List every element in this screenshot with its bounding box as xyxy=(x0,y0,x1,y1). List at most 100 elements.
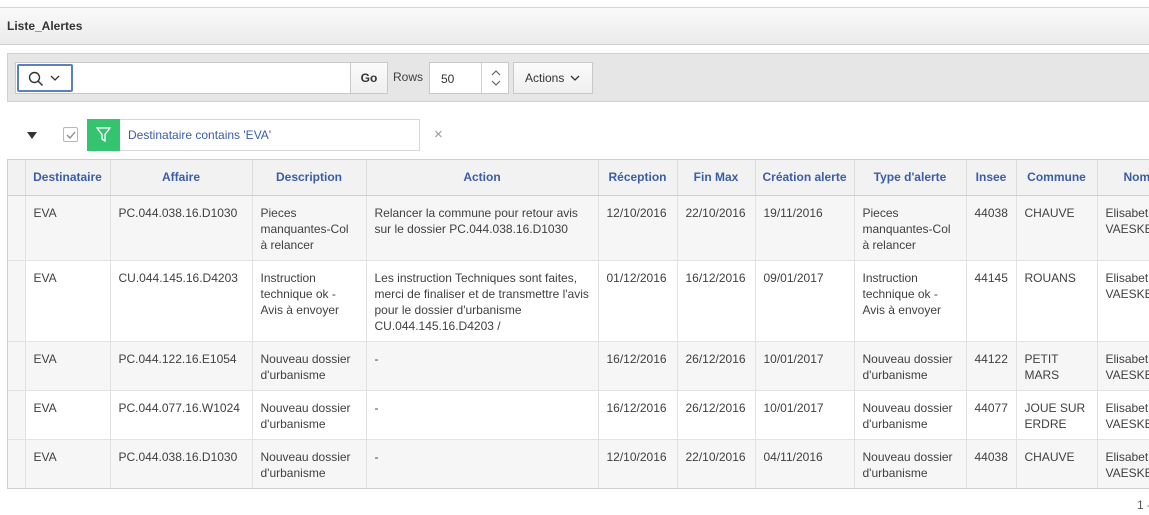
cell-action: - xyxy=(366,341,599,391)
cell-nom: Elisabeth VAESKEN xyxy=(1097,195,1149,261)
rows-select[interactable]: 50 xyxy=(429,62,509,94)
row-selector[interactable] xyxy=(8,390,26,440)
cell-commune: CHAUVE xyxy=(1016,195,1098,261)
cell-affaire: PC.044.122.16.E1054 xyxy=(110,341,253,391)
cell-action: Relancer la commune pour retour avis sur… xyxy=(366,195,599,261)
cell-commune: JOUE SUR ERDRE xyxy=(1016,390,1098,440)
filter-enable-checkbox[interactable] xyxy=(63,127,78,142)
cell-creation-alerte: 10/01/2017 xyxy=(755,341,855,391)
cell-insee: 44145 xyxy=(966,260,1017,342)
search-input[interactable] xyxy=(76,64,348,92)
cell-type-alerte: Instruction technique ok - Avis à envoye… xyxy=(854,260,967,342)
column-header[interactable]: Création alerte xyxy=(755,160,855,196)
search-column-menu[interactable] xyxy=(17,64,73,92)
cell-reception: 12/10/2016 xyxy=(598,195,678,261)
cell-commune: PETIT MARS xyxy=(1016,341,1098,391)
cell-reception: 12/10/2016 xyxy=(598,439,678,488)
rows-value: 50 xyxy=(441,72,455,86)
report-table: Destinataire Affaire Description Action … xyxy=(7,159,1149,489)
table-header-row: Destinataire Affaire Description Action … xyxy=(8,160,1149,196)
table-row: EVA PC.044.077.16.W1024 Nouveau dossier … xyxy=(8,390,1149,440)
cell-commune: ROUANS xyxy=(1016,260,1098,342)
pagination-info: 1 - 5 xyxy=(1137,498,1149,512)
cell-action: - xyxy=(366,390,599,440)
up-down-arrows-icon xyxy=(491,70,501,86)
cell-fin-max: 22/10/2016 xyxy=(677,195,756,261)
cell-creation-alerte: 04/11/2016 xyxy=(755,439,855,488)
row-selector-header xyxy=(8,160,26,196)
cell-destinataire: EVA xyxy=(25,390,111,440)
search-box: Go xyxy=(15,62,388,94)
cell-destinataire: EVA xyxy=(25,439,111,488)
column-header[interactable]: Affaire xyxy=(110,160,253,196)
cell-description: Nouveau dossier d'urbanisme xyxy=(252,439,367,488)
row-selector[interactable] xyxy=(8,260,26,342)
filter-collapse-toggle[interactable] xyxy=(27,129,37,143)
cell-reception: 16/12/2016 xyxy=(598,341,678,391)
cell-creation-alerte: 10/01/2017 xyxy=(755,390,855,440)
cell-destinataire: EVA xyxy=(25,260,111,342)
cell-nom: Elisabeth VAESKEN xyxy=(1097,341,1149,391)
table-row: EVA PC.044.038.16.D1030 Pieces manquante… xyxy=(8,195,1149,261)
triangle-down-icon xyxy=(27,132,37,139)
column-header[interactable]: Destinataire xyxy=(25,160,111,196)
column-header[interactable]: Type d'alerte xyxy=(854,160,967,196)
cell-insee: 44038 xyxy=(966,439,1017,488)
chevron-down-icon xyxy=(50,75,60,81)
cell-commune: CHAUVE xyxy=(1016,439,1098,488)
cell-type-alerte: Nouveau dossier d'urbanisme xyxy=(854,390,967,440)
column-header[interactable]: Réception xyxy=(598,160,678,196)
column-header[interactable]: Insee xyxy=(966,160,1017,196)
filter-text: Destinataire contains 'EVA' xyxy=(128,128,272,142)
cell-type-alerte: Nouveau dossier d'urbanisme xyxy=(854,439,967,488)
cell-affaire: PC.044.038.16.D1030 xyxy=(110,439,253,488)
report-toolbar: Go Rows 50 Actions xyxy=(7,53,1149,102)
row-selector[interactable] xyxy=(8,439,26,488)
column-header[interactable]: Nom xyxy=(1097,160,1149,196)
row-selector[interactable] xyxy=(8,341,26,391)
chevron-down-icon xyxy=(570,75,580,81)
cell-type-alerte: Pieces manquantes-Col à relancer xyxy=(854,195,967,261)
column-header[interactable]: Action xyxy=(366,160,599,196)
search-icon xyxy=(28,71,44,87)
table-row: EVA PC.044.038.16.D1030 Nouveau dossier … xyxy=(8,439,1149,488)
actions-label: Actions xyxy=(525,71,565,85)
cell-destinataire: EVA xyxy=(25,195,111,261)
cell-nom: Elisabeth VAESKEN xyxy=(1097,390,1149,440)
filter-icon-box xyxy=(87,119,120,151)
cell-insee: 44122 xyxy=(966,341,1017,391)
cell-affaire: PC.044.038.16.D1030 xyxy=(110,195,253,261)
column-header[interactable]: Description xyxy=(252,160,367,196)
rows-stepper[interactable] xyxy=(481,63,509,93)
cell-insee: 44077 xyxy=(966,390,1017,440)
cell-creation-alerte: 19/11/2016 xyxy=(755,195,855,261)
region-title: Liste_Alertes xyxy=(7,19,83,33)
funnel-icon xyxy=(96,127,111,142)
row-selector[interactable] xyxy=(8,195,26,261)
table-row: EVA CU.044.145.16.D4203 Instruction tech… xyxy=(8,260,1149,342)
cell-fin-max: 26/12/2016 xyxy=(677,341,756,391)
cell-description: Nouveau dossier d'urbanisme xyxy=(252,341,367,391)
cell-reception: 16/12/2016 xyxy=(598,390,678,440)
cell-nom: Elisabeth VAESKEN xyxy=(1097,439,1149,488)
cell-type-alerte: Nouveau dossier d'urbanisme xyxy=(854,341,967,391)
cell-action: Les instruction Techniques sont faites, … xyxy=(366,260,599,342)
cell-reception: 01/12/2016 xyxy=(598,260,678,342)
column-header[interactable]: Fin Max xyxy=(677,160,756,196)
filter-pill[interactable]: Destinataire contains 'EVA' xyxy=(87,119,420,151)
rows-label: Rows xyxy=(393,70,424,84)
column-header[interactable]: Commune xyxy=(1016,160,1098,196)
go-button[interactable]: Go xyxy=(350,62,388,94)
cell-fin-max: 22/10/2016 xyxy=(677,439,756,488)
cell-creation-alerte: 09/01/2017 xyxy=(755,260,855,342)
region-header: Liste_Alertes xyxy=(0,7,1149,45)
cell-affaire: PC.044.077.16.W1024 xyxy=(110,390,253,440)
cell-insee: 44038 xyxy=(966,195,1017,261)
cell-description: Nouveau dossier d'urbanisme xyxy=(252,390,367,440)
cell-action: - xyxy=(366,439,599,488)
actions-button[interactable]: Actions xyxy=(513,62,593,94)
filter-remove-button[interactable]: × xyxy=(434,126,443,143)
cell-description: Instruction technique ok - Avis à envoye… xyxy=(252,260,367,342)
cell-nom: Elisabeth VAESKEN xyxy=(1097,260,1149,342)
check-icon xyxy=(66,131,76,139)
